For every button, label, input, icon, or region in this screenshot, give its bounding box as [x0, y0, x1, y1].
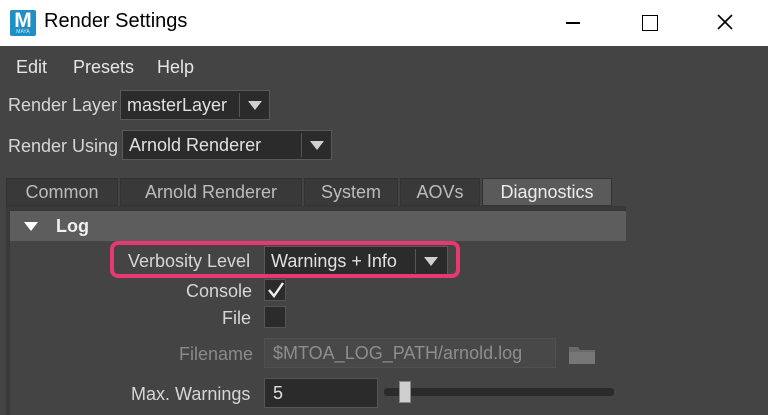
tab-label: System [320, 182, 381, 202]
render-layer-dropdown[interactable]: masterLayer [120, 90, 270, 120]
tab-label: Common [25, 182, 99, 202]
tab-label: AOVs [416, 182, 464, 202]
menu-presets[interactable]: Presets [73, 57, 134, 78]
app-icon-sub: MAYA [16, 29, 30, 35]
render-layer-value: masterLayer [127, 95, 228, 115]
console-label: Console [186, 281, 253, 301]
tab-label: Arnold Renderer [144, 182, 278, 202]
minimize-button[interactable] [550, 0, 596, 46]
log-section-title: Log [56, 216, 89, 236]
chevron-down-icon [301, 133, 331, 157]
max-warnings-field[interactable]: 5 [264, 378, 378, 408]
maximize-button[interactable] [626, 0, 672, 46]
console-checkbox[interactable] [264, 279, 286, 301]
render-using-label: Render Using [8, 136, 119, 156]
file-label: File [222, 308, 252, 328]
max-warnings-label: Max. Warnings [131, 384, 251, 404]
tab-aovs[interactable]: AOVs [400, 178, 480, 206]
menu-help[interactable]: Help [157, 57, 194, 78]
folder-icon[interactable] [568, 343, 596, 365]
max-warnings-slider-track[interactable] [384, 388, 614, 396]
filename-value: $MTOA_LOG_PATH/arnold.log [273, 343, 523, 363]
title-bar: M MAYA Render Settings [0, 0, 768, 46]
menu-edit[interactable]: Edit [16, 57, 47, 78]
log-section-header[interactable]: Log [10, 211, 626, 241]
tab-common[interactable]: Common [6, 178, 118, 206]
max-warnings-value: 5 [273, 383, 284, 403]
render-using-value: Arnold Renderer [129, 135, 262, 155]
file-checkbox[interactable] [264, 306, 286, 328]
window-title: Render Settings [44, 10, 188, 32]
highlight-box [110, 241, 460, 278]
tab-label: Diagnostics [500, 182, 594, 202]
panel-margin [626, 178, 768, 415]
render-layer-label: Render Layer [8, 95, 118, 115]
tab-system[interactable]: System [304, 178, 398, 206]
filename-label: Filename [179, 344, 254, 364]
filename-field[interactable]: $MTOA_LOG_PATH/arnold.log [264, 338, 556, 368]
maya-app-icon: M MAYA [10, 9, 36, 36]
checkmark-icon [268, 282, 284, 298]
menu-bar: Edit Presets Help [0, 46, 768, 86]
tab-diagnostics[interactable]: Diagnostics [482, 178, 612, 206]
max-warnings-slider-handle[interactable] [398, 381, 411, 403]
close-icon [717, 14, 733, 30]
tab-arnold-renderer[interactable]: Arnold Renderer [120, 178, 302, 206]
triangle-down-icon [24, 222, 38, 231]
chevron-down-icon [239, 93, 269, 117]
tab-bar: Common Arnold Renderer System AOVs Diagn… [6, 178, 626, 206]
close-button[interactable] [702, 0, 748, 46]
render-using-dropdown[interactable]: Arnold Renderer [122, 130, 332, 160]
